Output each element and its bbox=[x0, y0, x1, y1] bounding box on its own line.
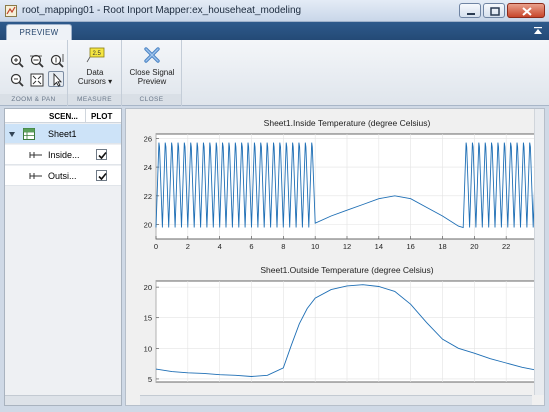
x-tick-label: 22 bbox=[502, 242, 510, 251]
checkmark-icon bbox=[98, 172, 107, 181]
plot-checkbox-outside[interactable] bbox=[96, 170, 107, 181]
plots-svg: Sheet1.Inside Temperature (degree Celsiu… bbox=[144, 118, 539, 384]
zoom-in-y-button[interactable] bbox=[48, 52, 64, 68]
x-tick-label: 0 bbox=[154, 242, 158, 251]
close-signal-preview-button[interactable]: Close Signal Preview bbox=[124, 44, 180, 86]
inside-temperature-chart: Sheet1.Inside Temperature (degree Celsiu… bbox=[144, 118, 539, 251]
table-row-sheet1[interactable]: Sheet1 bbox=[5, 124, 121, 144]
y-tick-label: 24 bbox=[144, 163, 152, 172]
x-tick-label: 6 bbox=[249, 242, 253, 251]
data-cursor-icon: 2.5 bbox=[86, 47, 105, 63]
checkmark-icon bbox=[98, 151, 107, 160]
close-icon bbox=[522, 7, 532, 16]
y-tick-label: 20 bbox=[144, 221, 152, 230]
row-label-outside: Outsi... bbox=[48, 171, 77, 181]
close-section: Close Signal Preview CLOSE bbox=[122, 40, 182, 106]
signal-icon bbox=[29, 173, 42, 179]
col-plot-header[interactable]: PLOT bbox=[91, 112, 112, 121]
zoom-out-icon bbox=[10, 73, 24, 87]
outside-temperature-chart: Sheet1.Outside Temperature (degree Celsi… bbox=[144, 265, 539, 384]
plot-area: Sheet1.Inside Temperature (degree Celsiu… bbox=[125, 108, 545, 406]
data-cursors-label-2: Cursors ▾ bbox=[77, 77, 113, 86]
x-tick-label: 12 bbox=[343, 242, 351, 251]
tab-preview[interactable]: PREVIEW bbox=[6, 24, 72, 40]
table-row-outside[interactable]: Outsi... bbox=[5, 166, 121, 186]
pointer-button[interactable] bbox=[48, 71, 64, 87]
table-row-inside[interactable]: Inside... bbox=[5, 145, 121, 165]
y-tick-label: 26 bbox=[144, 134, 152, 143]
close-preview-label-1: Close Signal bbox=[129, 68, 175, 77]
row-label-sheet1: Sheet1 bbox=[48, 129, 77, 139]
collapse-toolstrip-icon[interactable] bbox=[533, 26, 543, 36]
signal-icon bbox=[29, 152, 42, 158]
x-tick-label: 10 bbox=[311, 242, 319, 251]
toolstrip-tabbar: PREVIEW bbox=[0, 22, 549, 40]
collapse-triangle-icon[interactable] bbox=[8, 130, 16, 138]
toolstrip: ZOOM & PAN 2.5 Data Cursors ▾ MEASURE Cl… bbox=[0, 40, 549, 106]
x-tick-label: 14 bbox=[375, 242, 383, 251]
x-tick-label: 4 bbox=[218, 242, 222, 251]
y-tick-label: 22 bbox=[144, 192, 152, 201]
zoom-in-button[interactable] bbox=[8, 52, 24, 68]
maximize-icon bbox=[490, 7, 500, 16]
signal-table: SCEN... PLOT Sheet1 Inside... Outsi... bbox=[4, 108, 122, 406]
chart-title: Sheet1.Inside Temperature (degree Celsiu… bbox=[264, 118, 431, 128]
minimize-icon bbox=[467, 13, 475, 15]
x-tick-label: 18 bbox=[438, 242, 446, 251]
y-tick-label: 15 bbox=[144, 314, 152, 323]
minimize-button[interactable] bbox=[459, 3, 481, 18]
x-tick-label: 8 bbox=[281, 242, 285, 251]
y-tick-label: 10 bbox=[144, 344, 152, 353]
app-icon bbox=[5, 5, 17, 17]
sheet-icon bbox=[23, 128, 35, 140]
table-horizontal-scrollbar[interactable] bbox=[5, 395, 121, 405]
x-tick-label: 20 bbox=[470, 242, 478, 251]
pointer-icon bbox=[53, 72, 63, 87]
data-cursors-label-1: Data bbox=[86, 68, 104, 77]
plot-horizontal-scrollbar[interactable] bbox=[140, 395, 532, 405]
measure-label: MEASURE bbox=[68, 94, 121, 105]
data-cursors-button[interactable]: 2.5 Data Cursors ▾ bbox=[72, 44, 118, 86]
zoom-in-x-icon bbox=[30, 54, 44, 68]
zoom-in-x-button[interactable] bbox=[28, 52, 44, 68]
x-tick-label: 2 bbox=[186, 242, 190, 251]
plot-checkbox-inside[interactable] bbox=[96, 149, 107, 160]
maximize-button[interactable] bbox=[483, 3, 505, 18]
window-title: root_mapping01 - Root Inport Mapper:ex_h… bbox=[22, 5, 302, 16]
table-header: SCEN... PLOT bbox=[5, 109, 121, 123]
col-scenario-header[interactable]: SCEN... bbox=[49, 112, 78, 121]
measure-section: 2.5 Data Cursors ▾ MEASURE bbox=[68, 40, 122, 106]
close-window-button[interactable] bbox=[507, 3, 545, 18]
y-tick-label: 5 bbox=[148, 375, 152, 384]
x-tick-label: 16 bbox=[406, 242, 414, 251]
window-titlebar: root_mapping01 - Root Inport Mapper:ex_h… bbox=[0, 0, 549, 22]
chart-title: Sheet1.Outside Temperature (degree Celsi… bbox=[260, 265, 433, 275]
fit-to-view-icon bbox=[30, 73, 44, 87]
zoom-pan-label: ZOOM & PAN bbox=[0, 94, 67, 105]
zoom-out-button[interactable] bbox=[8, 71, 24, 87]
close-preview-label-2: Preview bbox=[137, 77, 167, 86]
zoom-pan-section: ZOOM & PAN bbox=[0, 40, 68, 106]
close-x-icon bbox=[144, 47, 160, 63]
zoom-in-icon bbox=[10, 54, 24, 68]
row-label-inside: Inside... bbox=[48, 150, 80, 160]
zoom-in-y-icon bbox=[50, 54, 64, 68]
svg-text:2.5: 2.5 bbox=[93, 51, 102, 57]
plot-vertical-scrollbar[interactable] bbox=[534, 109, 544, 395]
close-label: CLOSE bbox=[122, 94, 181, 105]
y-tick-label: 20 bbox=[144, 283, 152, 292]
fit-to-view-button[interactable] bbox=[28, 71, 44, 87]
